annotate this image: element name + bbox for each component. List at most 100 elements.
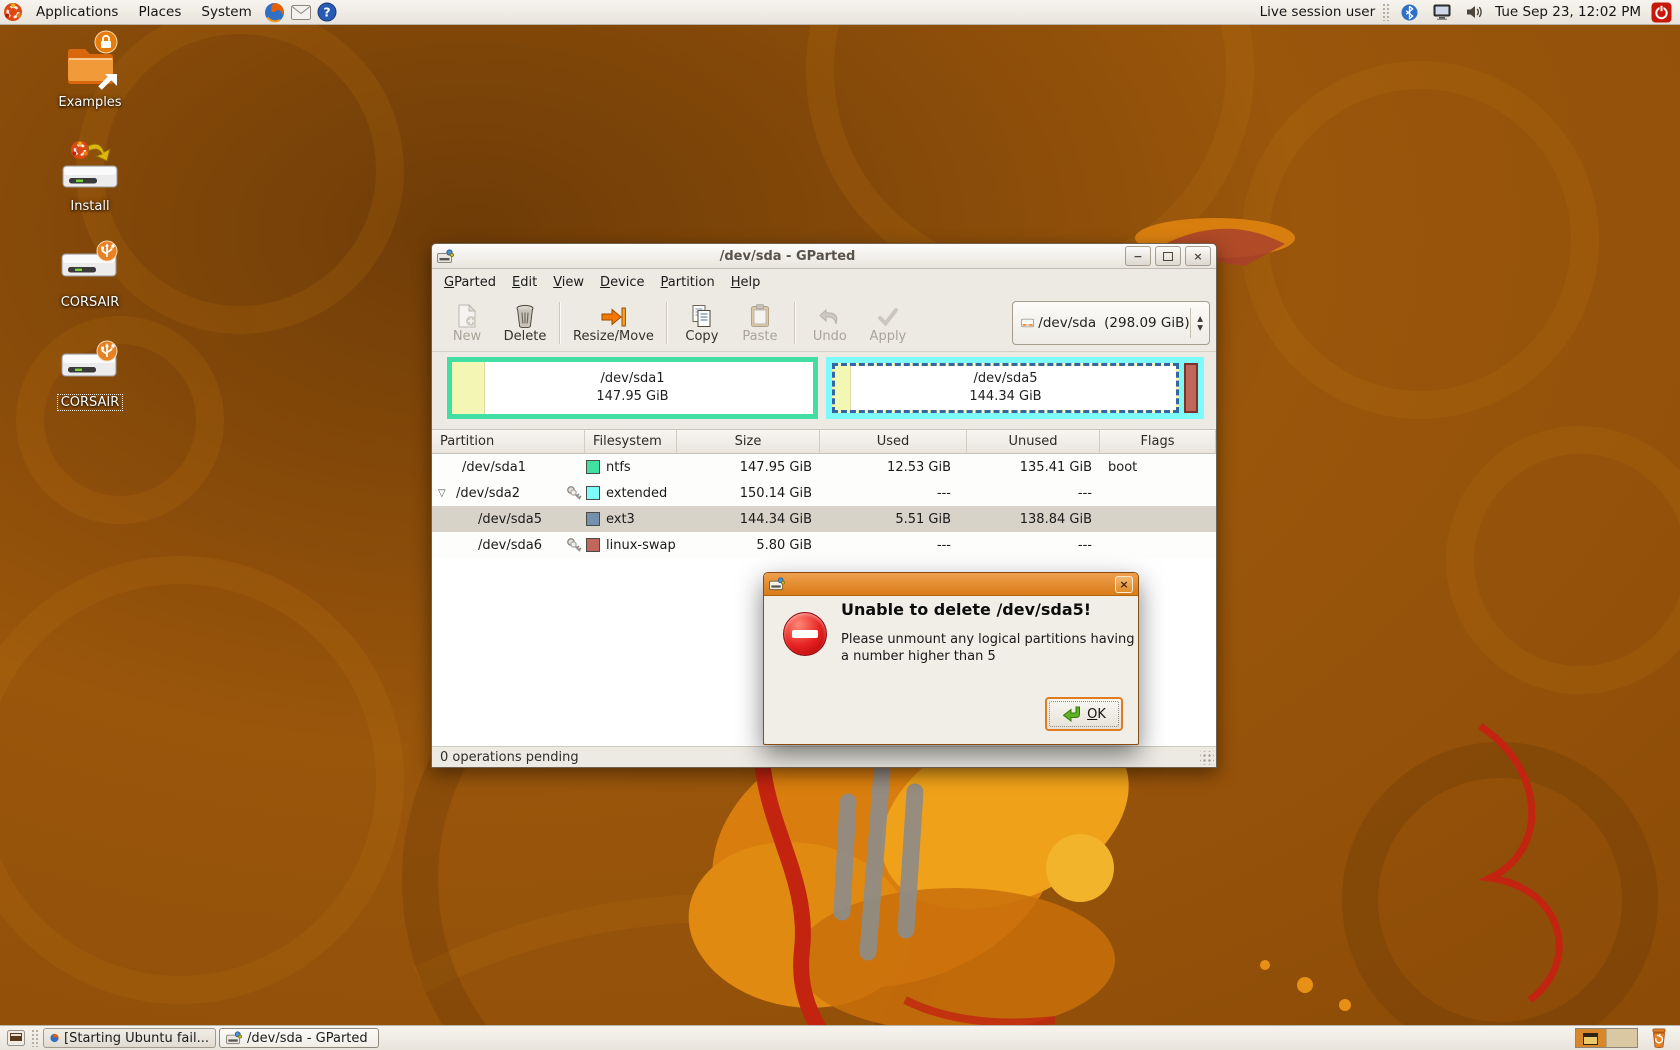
header-partition[interactable]: Partition bbox=[432, 430, 585, 454]
ok-button[interactable]: OK bbox=[1045, 697, 1123, 731]
device-spinner[interactable]: ▲ ▼ bbox=[1194, 314, 1206, 333]
header-unused[interactable]: Unused bbox=[967, 430, 1100, 454]
applet-drag-handle[interactable] bbox=[1382, 3, 1390, 21]
menu-gparted[interactable]: GParted bbox=[436, 272, 504, 293]
ok-arrow-icon bbox=[1062, 706, 1081, 722]
partition-name: /dev/sda2 bbox=[456, 485, 520, 501]
table-row-sda6[interactable]: /dev/sda6 linux-swap 5.80 GiB --- --- bbox=[432, 532, 1216, 558]
dialog-close-button[interactable]: × bbox=[1115, 575, 1133, 593]
paste-icon bbox=[750, 302, 770, 328]
gparted-titlebar[interactable]: /dev/sda - GParted − × bbox=[432, 244, 1216, 269]
visual-partition-sda5-selected[interactable]: /dev/sda5 144.34 GiB bbox=[832, 363, 1179, 413]
gparted-statusbar: 0 operations pending bbox=[432, 746, 1216, 767]
trash-applet-icon[interactable] bbox=[1646, 1027, 1672, 1049]
header-flags[interactable]: Flags bbox=[1100, 430, 1216, 454]
power-button-icon[interactable] bbox=[1650, 1, 1672, 23]
usb-emblem-icon bbox=[96, 240, 118, 262]
table-row-sda2[interactable]: ▽ /dev/sda2 extended 150.14 GiB --- --- bbox=[432, 480, 1216, 506]
menu-system[interactable]: System bbox=[191, 0, 261, 24]
toolbar-separator bbox=[665, 302, 668, 344]
table-row-sda5-selected[interactable]: /dev/sda5 ext3 144.34 GiB 5.51 GiB 138.8… bbox=[432, 506, 1216, 532]
workspace-1[interactable] bbox=[1576, 1029, 1606, 1047]
desktop-icon-corsair-2[interactable]: CORSAIR bbox=[40, 340, 140, 411]
volume-icon[interactable] bbox=[1464, 1, 1486, 23]
filesystem-name: ntfs bbox=[606, 459, 631, 475]
menu-help[interactable]: Help bbox=[723, 272, 769, 293]
used-value: 5.51 GiB bbox=[895, 511, 951, 527]
device-path: /dev/sda bbox=[1038, 315, 1097, 331]
menu-edit[interactable]: Edit bbox=[504, 272, 545, 293]
desktop-icon-examples[interactable]: Examples bbox=[40, 30, 140, 110]
error-dialog: × Unable to delete /dev/sda5! Please unm… bbox=[763, 572, 1139, 745]
ubuntu-logo-icon[interactable] bbox=[2, 1, 24, 23]
partition-name: /dev/sda5 bbox=[478, 511, 542, 527]
workspace-2[interactable] bbox=[1606, 1029, 1637, 1047]
visual-partition-sda6-swap[interactable] bbox=[1184, 363, 1198, 413]
error-stop-icon bbox=[783, 612, 827, 656]
dialog-heading: Unable to delete /dev/sda5! bbox=[841, 600, 1092, 619]
header-filesystem[interactable]: Filesystem bbox=[585, 430, 677, 454]
desktop-icon-install[interactable]: Install bbox=[40, 138, 140, 214]
bluetooth-icon[interactable] bbox=[1398, 1, 1420, 23]
filesystem-color-swatch bbox=[586, 512, 600, 526]
gparted-menubar: GParted Edit View Device Partition Help bbox=[432, 269, 1216, 295]
partition-name: /dev/sda1 bbox=[462, 459, 526, 475]
panel-clock[interactable]: Tue Sep 23, 12:02 PM bbox=[1495, 4, 1641, 20]
new-partition-icon bbox=[456, 302, 478, 328]
copy-button[interactable]: Copy bbox=[673, 300, 731, 346]
delete-button[interactable]: Delete bbox=[496, 300, 554, 346]
paste-button[interactable]: Paste bbox=[731, 300, 789, 346]
device-size: (298.09 GiB) bbox=[1104, 315, 1190, 331]
undo-icon bbox=[818, 302, 842, 328]
resize-move-button[interactable]: Resize/Move bbox=[566, 300, 661, 346]
size-value: 150.14 GiB bbox=[739, 485, 812, 501]
help-launcher-icon[interactable]: ? bbox=[316, 1, 338, 23]
tasklist-drag-handle[interactable] bbox=[31, 1029, 38, 1047]
visual-partition-sda1[interactable]: /dev/sda1 147.95 GiB bbox=[447, 357, 818, 419]
taskbar: [Starting Ubuntu fail... /dev/sda - GPar… bbox=[0, 1025, 1680, 1050]
folder-icon bbox=[68, 30, 118, 90]
maximize-button[interactable] bbox=[1155, 246, 1181, 266]
undo-button[interactable]: Undo bbox=[801, 300, 859, 346]
drive-icon bbox=[62, 165, 118, 188]
apply-button[interactable]: Apply bbox=[859, 300, 917, 346]
visual-sda1-size: 147.95 GiB bbox=[596, 389, 669, 404]
resize-grip[interactable] bbox=[1200, 751, 1214, 765]
menu-device[interactable]: Device bbox=[592, 272, 652, 293]
expander-icon[interactable]: ▽ bbox=[438, 488, 456, 499]
device-selector[interactable]: /dev/sda (298.09 GiB) ▲ ▼ bbox=[1012, 301, 1210, 345]
apply-check-icon bbox=[877, 302, 899, 328]
close-button[interactable]: × bbox=[1185, 246, 1211, 266]
show-desktop-button[interactable] bbox=[2, 1027, 29, 1049]
task-button-terminal[interactable]: [Starting Ubuntu fail... bbox=[43, 1028, 216, 1048]
desktop-icon-label: CORSAIR bbox=[60, 295, 120, 310]
table-row-sda1[interactable]: /dev/sda1 ntfs 147.95 GiB 12.53 GiB 135.… bbox=[432, 454, 1216, 480]
header-size[interactable]: Size bbox=[677, 430, 820, 454]
used-value: --- bbox=[936, 537, 951, 553]
task-button-gparted[interactable]: /dev/sda - GParted bbox=[219, 1028, 379, 1048]
minimize-button[interactable]: − bbox=[1125, 246, 1151, 266]
session-user-label: Live session user bbox=[1259, 4, 1376, 20]
task-button-label: [Starting Ubuntu fail... bbox=[64, 1030, 209, 1046]
menu-places[interactable]: Places bbox=[128, 0, 191, 24]
visual-partition-extended[interactable]: /dev/sda5 144.34 GiB bbox=[826, 357, 1204, 419]
toolbar-separator bbox=[793, 302, 796, 344]
firefox-launcher-icon[interactable] bbox=[264, 1, 286, 23]
visual-sda5-size: 144.34 GiB bbox=[969, 389, 1042, 404]
disk-icon bbox=[1021, 318, 1035, 328]
menu-applications[interactable]: Applications bbox=[26, 0, 128, 24]
dialog-titlebar[interactable]: × bbox=[764, 573, 1138, 596]
mail-launcher-icon[interactable] bbox=[290, 1, 312, 23]
new-button[interactable]: New bbox=[438, 300, 496, 346]
desktop-icon-label: Install bbox=[70, 199, 110, 214]
visual-sda1-name: /dev/sda1 bbox=[600, 371, 665, 387]
menu-view[interactable]: View bbox=[545, 272, 592, 293]
filesystem-name: extended bbox=[606, 485, 668, 501]
display-icon[interactable] bbox=[1431, 1, 1453, 23]
desktop-icon-corsair-1[interactable]: CORSAIR bbox=[40, 240, 140, 310]
menu-partition[interactable]: Partition bbox=[653, 272, 723, 293]
filesystem-color-swatch bbox=[586, 486, 600, 500]
unused-value: --- bbox=[1077, 485, 1092, 501]
desktop-icon-label: CORSAIR bbox=[56, 394, 124, 411]
header-used[interactable]: Used bbox=[820, 430, 967, 454]
